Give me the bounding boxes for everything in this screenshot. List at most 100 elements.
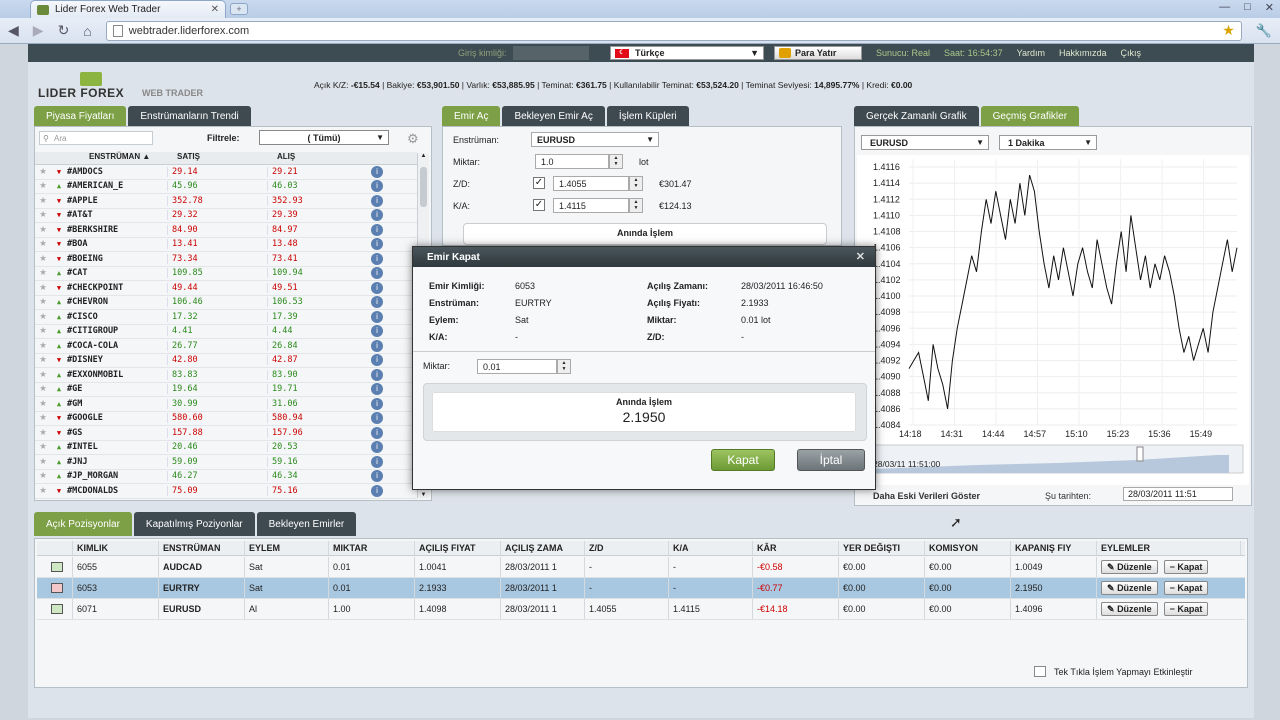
market-row[interactable]: ★ ▼ #BOA 13.41 13.48 i — [35, 238, 417, 252]
column-header[interactable]: KAPANIŞ FIY — [1011, 541, 1097, 555]
sell-cell[interactable]: 109.85 — [167, 268, 217, 279]
sell-cell[interactable]: 29.14 — [167, 166, 217, 177]
star-icon[interactable]: ★ — [35, 370, 51, 380]
buy-cell[interactable]: 49.51 — [267, 282, 317, 293]
info-icon[interactable]: i — [371, 296, 383, 309]
market-row[interactable]: ★ ▲ #GE 19.64 19.71 i — [35, 383, 417, 397]
sell-cell[interactable]: 157.88 — [167, 427, 217, 438]
buy-cell[interactable]: 29.39 — [267, 210, 317, 221]
buy-cell[interactable]: 17.39 — [267, 311, 317, 322]
star-icon[interactable]: ★ — [35, 384, 51, 394]
info-icon[interactable]: i — [371, 455, 383, 468]
header-sell[interactable]: SATIŞ — [167, 152, 267, 164]
star-icon[interactable]: ★ — [35, 312, 51, 322]
buy-cell[interactable]: 84.97 — [267, 224, 317, 235]
buy-cell[interactable]: 157.96 — [267, 427, 317, 438]
market-row[interactable]: ★ ▲ #CITIGROUP 4.41 4.44 i — [35, 325, 417, 339]
sell-cell[interactable]: 352.78 — [167, 195, 217, 206]
close-position-button[interactable]: − Kapat — [1163, 602, 1209, 616]
tab-trade-cubes[interactable]: İşlem Küpleri — [606, 106, 689, 126]
take-profit-checkbox[interactable]: ✓ — [533, 199, 545, 211]
about-link[interactable]: Hakkımızda — [1059, 48, 1107, 58]
close-icon[interactable]: ✕ — [856, 250, 865, 263]
market-row[interactable]: ★ ▼ #BERKSHIRE 84.90 84.97 i — [35, 223, 417, 238]
buy-cell[interactable]: 352.93 — [267, 195, 317, 206]
star-icon[interactable]: ★ — [35, 413, 51, 423]
column-header[interactable]: YER DEĞIŞTI — [839, 541, 925, 555]
tab-open-positions[interactable]: Açık Pozisyonlar — [34, 512, 132, 536]
info-icon[interactable]: i — [371, 165, 383, 178]
stop-loss-checkbox[interactable]: ✓ — [533, 177, 545, 189]
info-icon[interactable]: i — [371, 484, 383, 497]
position-row[interactable]: 6055 AUDCAD Sat 0.01 1.0041 28/03/2011 1 - - -€0… — [37, 557, 1245, 578]
edit-button[interactable]: ✎ Düzenle — [1101, 581, 1158, 595]
close-position-button[interactable]: − Kapat — [1163, 560, 1209, 574]
info-icon[interactable]: i — [371, 310, 383, 323]
sell-cell[interactable]: 83.83 — [167, 369, 217, 380]
market-row[interactable]: ★ ▼ #BOEING 73.34 73.41 i — [35, 252, 417, 267]
amount-stepper[interactable]: ▲ ▼ — [557, 359, 571, 374]
star-icon[interactable]: ★ — [35, 268, 51, 278]
sell-cell[interactable]: 13.41 — [167, 239, 217, 250]
star-icon[interactable]: ★ — [35, 442, 51, 452]
market-row[interactable]: ★ ▲ #JNJ 59.09 59.16 i — [35, 455, 417, 470]
buy-cell[interactable]: 4.44 — [267, 326, 317, 337]
sell-cell[interactable]: 46.27 — [167, 471, 217, 482]
column-header[interactable]: AÇILIŞ FIYAT — [415, 541, 501, 555]
star-icon[interactable]: ★ — [35, 428, 51, 438]
sell-cell[interactable]: 17.32 — [167, 311, 217, 322]
market-row[interactable]: ★ ▲ #CISCO 17.32 17.39 i — [35, 310, 417, 325]
stop-loss-stepper[interactable]: ▲ ▼ — [629, 176, 643, 191]
minimize-icon[interactable]: — — [1219, 1, 1230, 14]
buy-cell[interactable]: 42.87 — [267, 355, 317, 366]
scroll-down-icon[interactable]: ▼ — [418, 492, 429, 498]
tab-realtime-chart[interactable]: Gerçek Zamanlı Grafik — [854, 106, 979, 126]
star-icon[interactable]: ★ — [35, 167, 51, 177]
column-header[interactable]: KÂR — [753, 541, 839, 555]
info-icon[interactable]: i — [371, 281, 383, 294]
market-row[interactable]: ★ ▲ #JP_MORGAN 46.27 46.34 i — [35, 470, 417, 484]
column-header[interactable]: KIMLIK — [73, 541, 159, 555]
sell-cell[interactable]: 19.64 — [167, 384, 217, 395]
tab-closed-positions[interactable]: Kapatılmış Poziyonlar — [133, 512, 255, 536]
instrument-select[interactable]: EURUSD ▼ — [531, 132, 659, 147]
header-buy[interactable]: ALIŞ — [267, 152, 367, 164]
language-select[interactable]: ☾ Türkçe ▼ — [610, 46, 764, 60]
position-row[interactable]: 6071 EURUSD Al 1.00 1.4098 28/03/2011 1 1.4055… — [37, 599, 1245, 620]
market-row[interactable]: ★ ▼ #MCDONALDS 75.09 75.16 i — [35, 484, 417, 499]
buy-cell[interactable]: 46.03 — [267, 181, 317, 192]
market-row[interactable]: ★ ▲ #INTEL 20.46 20.53 i — [35, 441, 417, 455]
tab-market-prices[interactable]: Piyasa Fiyatları — [34, 106, 127, 126]
buy-cell[interactable]: 13.48 — [267, 239, 317, 250]
star-icon[interactable]: ★ — [35, 181, 51, 191]
info-icon[interactable]: i — [371, 325, 383, 338]
buy-cell[interactable]: 29.21 — [267, 166, 317, 177]
close-tab-icon[interactable]: ✕ — [211, 4, 219, 15]
sell-cell[interactable]: 29.32 — [167, 210, 217, 221]
info-icon[interactable]: i — [371, 267, 383, 280]
column-header[interactable]: EYLEM — [245, 541, 329, 555]
edit-button[interactable]: ✎ Düzenle — [1101, 560, 1158, 574]
info-icon[interactable]: i — [371, 441, 383, 454]
close-position-button[interactable]: − Kapat — [1163, 581, 1209, 595]
star-icon[interactable]: ★ — [35, 254, 51, 264]
info-icon[interactable]: i — [371, 339, 383, 352]
market-row[interactable]: ★ ▲ #COCA-COLA 26.77 26.84 i — [35, 339, 417, 354]
market-row[interactable]: ★ ▲ #GM 30.99 31.06 i — [35, 397, 417, 412]
buy-cell[interactable]: 20.53 — [267, 442, 317, 453]
load-older-data-link[interactable]: Daha Eski Verileri Göster — [873, 491, 980, 501]
sell-cell[interactable]: 73.34 — [167, 253, 217, 264]
scroll-thumb[interactable] — [420, 167, 427, 207]
info-icon[interactable]: i — [371, 252, 383, 265]
market-row[interactable]: ★ ▼ #AMDOCS 29.14 29.21 i — [35, 165, 417, 180]
sell-cell[interactable]: 42.80 — [167, 355, 217, 366]
column-header[interactable]: KOMISYON — [925, 541, 1011, 555]
market-row[interactable]: ★ ▲ #AMERICAN_E 45.96 46.03 i — [35, 180, 417, 194]
scroll-up-icon[interactable]: ▲ — [418, 153, 429, 159]
header-instrument[interactable]: ENSTRÜMAN ▲ — [67, 152, 167, 164]
tab-pending-orders[interactable]: Bekleyen Emirler — [256, 512, 357, 536]
star-icon[interactable]: ★ — [35, 225, 51, 235]
new-tab-button[interactable]: + — [230, 3, 248, 15]
forward-icon[interactable]: ▶ — [33, 22, 44, 39]
buy-cell[interactable]: 83.90 — [267, 369, 317, 380]
